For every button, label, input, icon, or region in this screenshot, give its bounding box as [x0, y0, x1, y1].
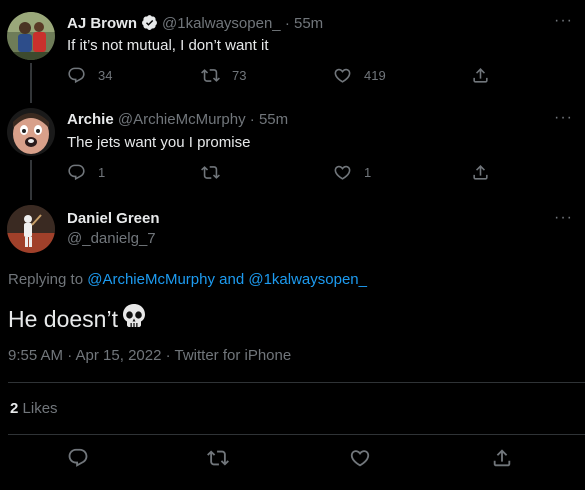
- replying-to-label: Replying to: [8, 271, 84, 288]
- likes-summary[interactable]: 2 Likes: [10, 400, 58, 417]
- retweet-icon: [207, 450, 229, 466]
- reply-mention-archie[interactable]: @ArchieMcMurphy: [87, 271, 215, 288]
- likes-count: 2: [10, 400, 19, 417]
- replying-to: Replying to @ArchieMcMurphy and @1kalway…: [8, 271, 367, 288]
- skull-icon: [120, 302, 148, 336]
- main-tweet: Daniel Green @_danielg_7 ··· Replying to…: [0, 0, 585, 490]
- reply-mention-ajbrown[interactable]: @1kalwaysopen_: [248, 271, 367, 288]
- share-icon: [493, 449, 511, 467]
- replying-and: and: [219, 271, 245, 288]
- avatar[interactable]: [7, 205, 55, 253]
- share-button[interactable]: [491, 447, 513, 474]
- tweet-timestamp[interactable]: 9:55 AM · Apr 15, 2022 · Twitter for iPh…: [8, 347, 291, 364]
- reply-icon: [68, 448, 88, 467]
- tweet-text: He doesn’t: [8, 305, 118, 332]
- main-tweet-actions: [0, 447, 585, 471]
- reply-button[interactable]: [67, 447, 89, 474]
- tweet-text-container: He doesn’t: [8, 302, 148, 336]
- likes-label: Likes: [22, 400, 58, 417]
- divider: [8, 382, 585, 383]
- more-options-button[interactable]: ···: [554, 209, 573, 227]
- handle[interactable]: @_danielg_7: [67, 230, 156, 247]
- display-name[interactable]: Daniel Green: [67, 210, 160, 227]
- divider: [8, 434, 585, 435]
- like-button[interactable]: [349, 447, 371, 474]
- heart-icon: [350, 450, 370, 467]
- retweet-button[interactable]: [207, 447, 229, 474]
